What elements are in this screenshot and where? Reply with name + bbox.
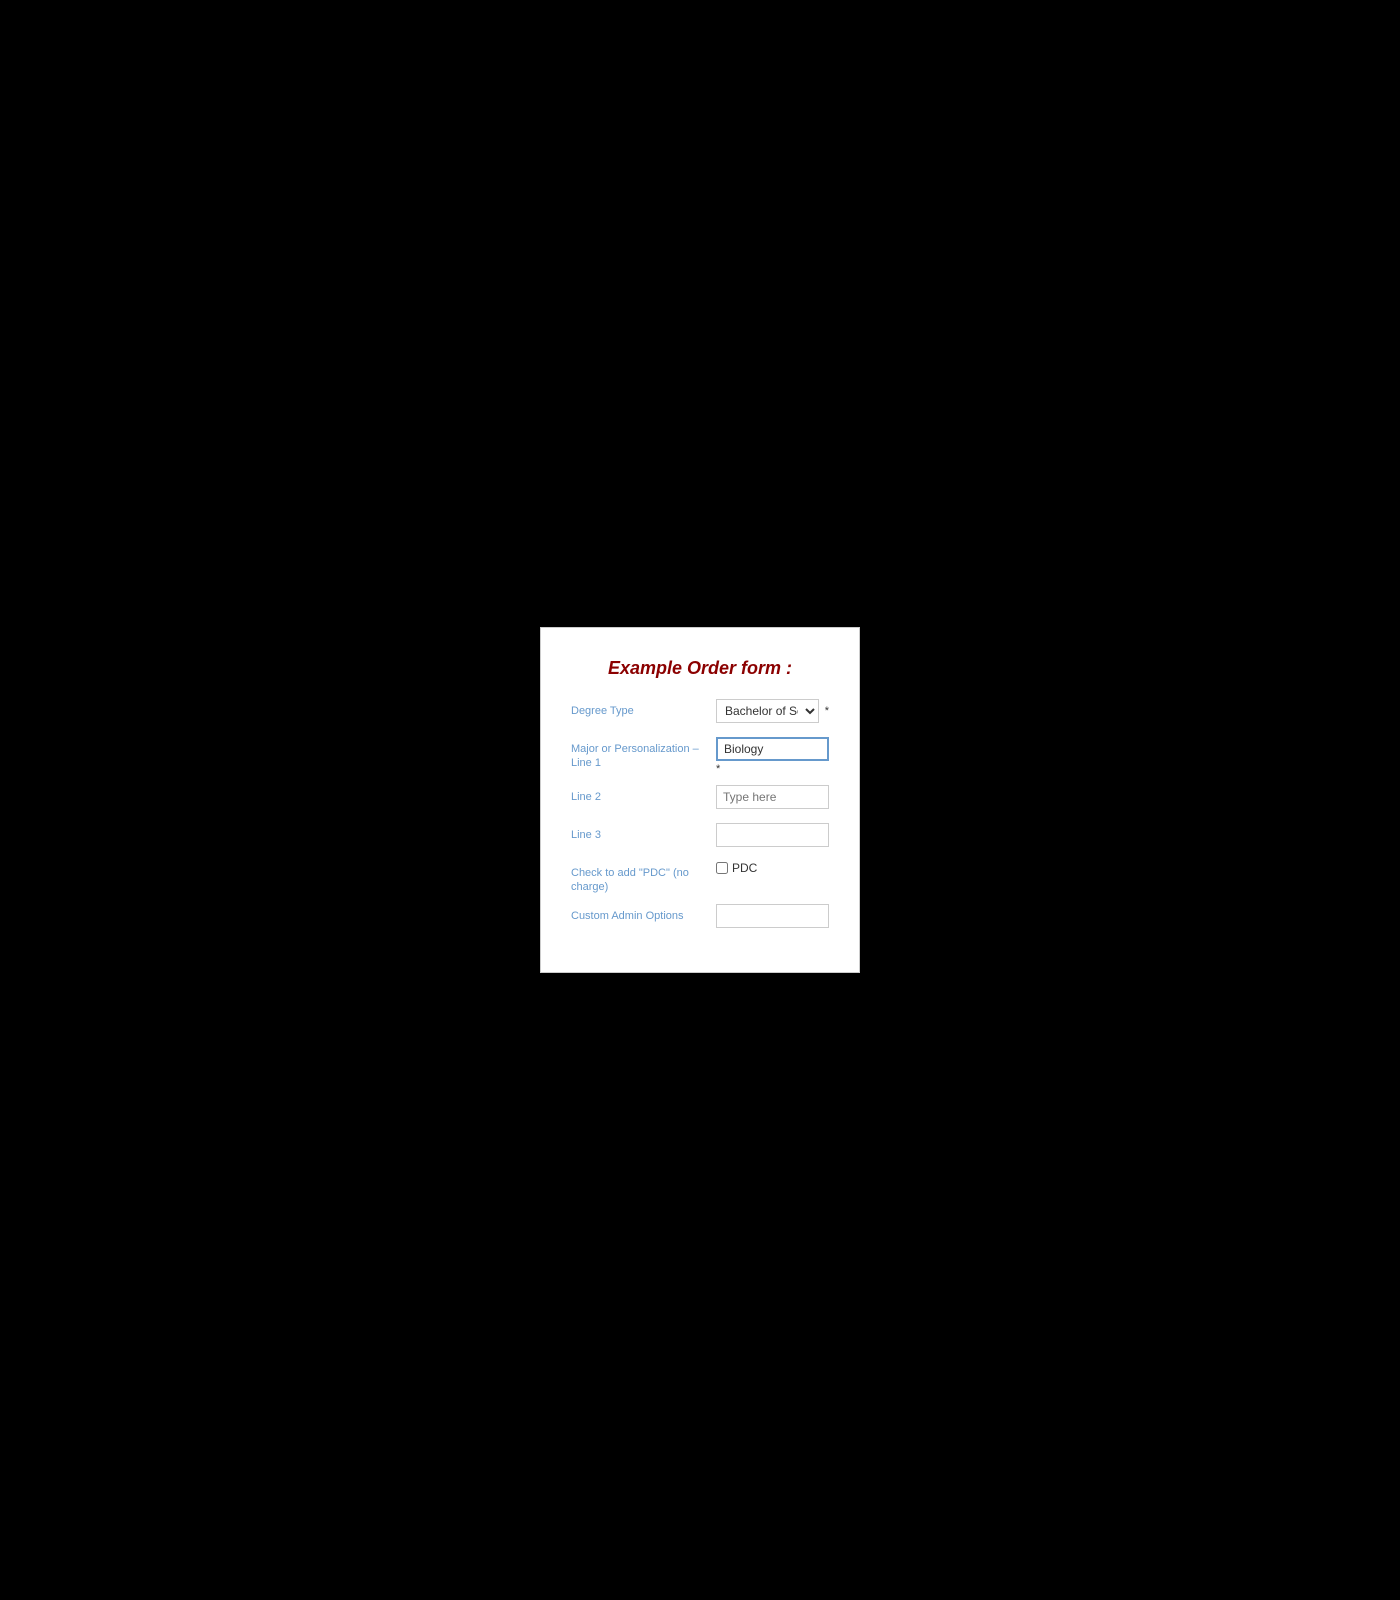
major-line1-required: * xyxy=(716,763,829,775)
line2-row: Line 2 xyxy=(571,785,829,813)
form-title: Example Order form : xyxy=(571,658,829,679)
major-line1-label: Major or Personalization – Line 1 xyxy=(571,737,716,771)
degree-type-field: Bachelor of Science Master of Science Ba… xyxy=(716,699,829,723)
major-line1-row: Major or Personalization – Line 1 * xyxy=(571,737,829,775)
line2-input[interactable] xyxy=(716,785,829,809)
pdc-label: Check to add "PDC" (no charge) xyxy=(571,861,716,895)
line3-label: Line 3 xyxy=(571,823,716,842)
custom-admin-row: Custom Admin Options xyxy=(571,904,829,932)
custom-admin-field xyxy=(716,904,829,928)
custom-admin-label: Custom Admin Options xyxy=(571,904,716,923)
degree-type-required: * xyxy=(825,705,829,717)
line3-input[interactable] xyxy=(716,823,829,847)
pdc-checkbox-label: PDC xyxy=(732,861,757,875)
degree-type-select[interactable]: Bachelor of Science Master of Science Ba… xyxy=(716,699,819,723)
major-line1-input[interactable] xyxy=(716,737,829,761)
pdc-checkbox[interactable] xyxy=(716,862,728,874)
pdc-row: Check to add "PDC" (no charge) PDC xyxy=(571,861,829,895)
order-form-container: Example Order form : Degree Type Bachelo… xyxy=(540,627,860,974)
degree-type-row: Degree Type Bachelor of Science Master o… xyxy=(571,699,829,727)
line3-row: Line 3 xyxy=(571,823,829,851)
degree-type-label: Degree Type xyxy=(571,699,716,718)
pdc-field: PDC xyxy=(716,861,829,875)
line3-field xyxy=(716,823,829,847)
line2-label: Line 2 xyxy=(571,785,716,804)
pdc-checkbox-row: PDC xyxy=(716,861,829,875)
line2-field xyxy=(716,785,829,809)
major-line1-field: * xyxy=(716,737,829,775)
custom-admin-input[interactable] xyxy=(716,904,829,928)
